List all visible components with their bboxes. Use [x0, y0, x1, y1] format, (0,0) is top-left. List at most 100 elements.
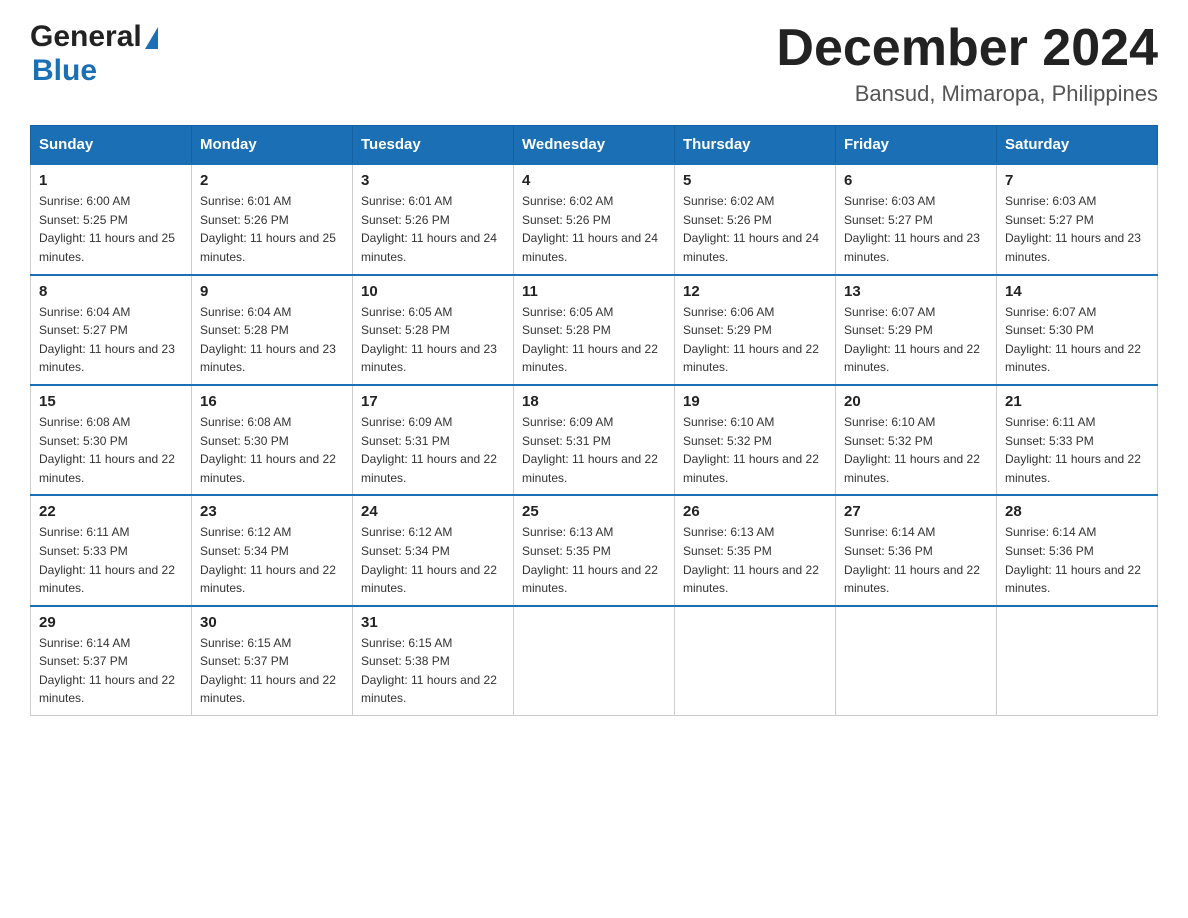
calendar-cell: 25 Sunrise: 6:13 AMSunset: 5:35 PMDayligh…: [514, 495, 675, 605]
calendar-cell: 22Sunrise: 6:11 AMSunset: 5:33 PMDayligh…: [31, 495, 192, 605]
day-info: Sunrise: 6:05 AMSunset: 5:28 PMDaylight:…: [522, 303, 666, 377]
calendar-cell: 27Sunrise: 6:14 AMSunset: 5:36 PMDayligh…: [836, 495, 997, 605]
day-info: Sunrise: 6:03 AMSunset: 5:27 PMDaylight:…: [1005, 192, 1149, 266]
calendar-cell: 30Sunrise: 6:15 AMSunset: 5:37 PMDayligh…: [192, 606, 353, 716]
weekday-header-saturday: Saturday: [997, 126, 1158, 165]
calendar-week-row: 22Sunrise: 6:11 AMSunset: 5:33 PMDayligh…: [31, 495, 1158, 605]
day-info: Sunrise: 6:07 AMSunset: 5:30 PMDaylight:…: [1005, 303, 1149, 377]
calendar-cell: 26Sunrise: 6:13 AMSunset: 5:35 PMDayligh…: [675, 495, 836, 605]
weekday-header-tuesday: Tuesday: [353, 126, 514, 165]
day-number: 25: [522, 503, 666, 520]
day-info: Sunrise: 6:07 AMSunset: 5:29 PMDaylight:…: [844, 303, 988, 377]
weekday-header-sunday: Sunday: [31, 126, 192, 165]
day-number: 2: [200, 172, 344, 189]
page-header: General Blue December 2024 Bansud, Mimar…: [30, 20, 1158, 107]
day-info: Sunrise: 6:05 AMSunset: 5:28 PMDaylight:…: [361, 303, 505, 377]
day-number: 23: [200, 503, 344, 520]
day-number: 11: [522, 283, 666, 300]
calendar-cell: 15Sunrise: 6:08 AMSunset: 5:30 PMDayligh…: [31, 385, 192, 495]
day-number: 20: [844, 393, 988, 410]
logo: General Blue: [30, 20, 158, 88]
logo-general-text: General: [30, 20, 142, 54]
day-info: Sunrise: 6:01 AMSunset: 5:26 PMDaylight:…: [361, 192, 505, 266]
day-number: 18: [522, 393, 666, 410]
calendar-cell: 2 Sunrise: 6:01 AMSunset: 5:26 PMDaylight…: [192, 164, 353, 274]
day-number: 1: [39, 172, 183, 189]
calendar-cell: 18Sunrise: 6:09 AMSunset: 5:31 PMDayligh…: [514, 385, 675, 495]
weekday-header-thursday: Thursday: [675, 126, 836, 165]
month-title: December 2024: [776, 20, 1158, 77]
calendar-cell: 14 Sunrise: 6:07 AMSunset: 5:30 PMDayligh…: [997, 275, 1158, 385]
day-info: Sunrise: 6:14 AMSunset: 5:37 PMDaylight:…: [39, 634, 183, 708]
calendar-cell: 16 Sunrise: 6:08 AMSunset: 5:30 PMDayligh…: [192, 385, 353, 495]
calendar-week-row: 1 Sunrise: 6:00 AMSunset: 5:25 PMDaylight…: [31, 164, 1158, 274]
calendar-cell: 19 Sunrise: 6:10 AMSunset: 5:32 PMDayligh…: [675, 385, 836, 495]
calendar-cell: 9Sunrise: 6:04 AMSunset: 5:28 PMDaylight…: [192, 275, 353, 385]
calendar-cell: 29 Sunrise: 6:14 AMSunset: 5:37 PMDayligh…: [31, 606, 192, 716]
calendar-cell: 5Sunrise: 6:02 AMSunset: 5:26 PMDaylight…: [675, 164, 836, 274]
day-number: 28: [1005, 503, 1149, 520]
calendar-cell: 10Sunrise: 6:05 AMSunset: 5:28 PMDayligh…: [353, 275, 514, 385]
calendar-cell: 24 Sunrise: 6:12 AMSunset: 5:34 PMDayligh…: [353, 495, 514, 605]
day-info: Sunrise: 6:11 AMSunset: 5:33 PMDaylight:…: [1005, 413, 1149, 487]
day-info: Sunrise: 6:14 AMSunset: 5:36 PMDaylight:…: [844, 523, 988, 597]
day-info: Sunrise: 6:03 AMSunset: 5:27 PMDaylight:…: [844, 192, 988, 266]
day-info: Sunrise: 6:14 AMSunset: 5:36 PMDaylight:…: [1005, 523, 1149, 597]
calendar-cell: [514, 606, 675, 716]
logo-triangle-icon: [145, 27, 158, 49]
day-info: Sunrise: 6:06 AMSunset: 5:29 PMDaylight:…: [683, 303, 827, 377]
weekday-header-wednesday: Wednesday: [514, 126, 675, 165]
calendar-cell: [997, 606, 1158, 716]
day-number: 13: [844, 283, 988, 300]
day-number: 3: [361, 172, 505, 189]
day-number: 4: [522, 172, 666, 189]
calendar-cell: [836, 606, 997, 716]
day-info: Sunrise: 6:08 AMSunset: 5:30 PMDaylight:…: [200, 413, 344, 487]
day-info: Sunrise: 6:10 AMSunset: 5:32 PMDaylight:…: [683, 413, 827, 487]
day-info: Sunrise: 6:13 AMSunset: 5:35 PMDaylight:…: [522, 523, 666, 597]
day-number: 24: [361, 503, 505, 520]
day-info: Sunrise: 6:12 AMSunset: 5:34 PMDaylight:…: [200, 523, 344, 597]
calendar-cell: 11 Sunrise: 6:05 AMSunset: 5:28 PMDayligh…: [514, 275, 675, 385]
calendar-cell: 31Sunrise: 6:15 AMSunset: 5:38 PMDayligh…: [353, 606, 514, 716]
day-number: 29: [39, 614, 183, 631]
day-number: 14: [1005, 283, 1149, 300]
calendar-cell: [675, 606, 836, 716]
day-info: Sunrise: 6:02 AMSunset: 5:26 PMDaylight:…: [522, 192, 666, 266]
day-info: Sunrise: 6:10 AMSunset: 5:32 PMDaylight:…: [844, 413, 988, 487]
day-info: Sunrise: 6:00 AMSunset: 5:25 PMDaylight:…: [39, 192, 183, 266]
calendar-cell: 4 Sunrise: 6:02 AMSunset: 5:26 PMDaylight…: [514, 164, 675, 274]
day-number: 30: [200, 614, 344, 631]
day-info: Sunrise: 6:12 AMSunset: 5:34 PMDaylight:…: [361, 523, 505, 597]
calendar-cell: 23 Sunrise: 6:12 AMSunset: 5:34 PMDayligh…: [192, 495, 353, 605]
day-info: Sunrise: 6:04 AMSunset: 5:27 PMDaylight:…: [39, 303, 183, 377]
day-number: 26: [683, 503, 827, 520]
weekday-header-monday: Monday: [192, 126, 353, 165]
day-info: Sunrise: 6:08 AMSunset: 5:30 PMDaylight:…: [39, 413, 183, 487]
calendar-cell: 7 Sunrise: 6:03 AMSunset: 5:27 PMDaylight…: [997, 164, 1158, 274]
logo-blue-text: Blue: [32, 54, 97, 88]
day-info: Sunrise: 6:04 AMSunset: 5:28 PMDaylight:…: [200, 303, 344, 377]
calendar-cell: 12 Sunrise: 6:06 AMSunset: 5:29 PMDayligh…: [675, 275, 836, 385]
calendar-cell: 3 Sunrise: 6:01 AMSunset: 5:26 PMDaylight…: [353, 164, 514, 274]
day-info: Sunrise: 6:15 AMSunset: 5:38 PMDaylight:…: [361, 634, 505, 708]
day-number: 5: [683, 172, 827, 189]
calendar-cell: 28 Sunrise: 6:14 AMSunset: 5:36 PMDayligh…: [997, 495, 1158, 605]
day-number: 12: [683, 283, 827, 300]
weekday-header-row: SundayMondayTuesdayWednesdayThursdayFrid…: [31, 126, 1158, 165]
calendar-cell: 1 Sunrise: 6:00 AMSunset: 5:25 PMDaylight…: [31, 164, 192, 274]
calendar-week-row: 29 Sunrise: 6:14 AMSunset: 5:37 PMDayligh…: [31, 606, 1158, 716]
calendar-table: SundayMondayTuesdayWednesdayThursdayFrid…: [30, 125, 1158, 716]
calendar-cell: 6Sunrise: 6:03 AMSunset: 5:27 PMDaylight…: [836, 164, 997, 274]
day-number: 22: [39, 503, 183, 520]
calendar-cell: 13 Sunrise: 6:07 AMSunset: 5:29 PMDayligh…: [836, 275, 997, 385]
day-number: 19: [683, 393, 827, 410]
day-number: 7: [1005, 172, 1149, 189]
calendar-cell: 8Sunrise: 6:04 AMSunset: 5:27 PMDaylight…: [31, 275, 192, 385]
day-info: Sunrise: 6:09 AMSunset: 5:31 PMDaylight:…: [361, 413, 505, 487]
day-info: Sunrise: 6:01 AMSunset: 5:26 PMDaylight:…: [200, 192, 344, 266]
title-section: December 2024 Bansud, Mimaropa, Philippi…: [776, 20, 1158, 107]
day-number: 16: [200, 393, 344, 410]
calendar-cell: 17Sunrise: 6:09 AMSunset: 5:31 PMDayligh…: [353, 385, 514, 495]
location-title: Bansud, Mimaropa, Philippines: [776, 81, 1158, 107]
